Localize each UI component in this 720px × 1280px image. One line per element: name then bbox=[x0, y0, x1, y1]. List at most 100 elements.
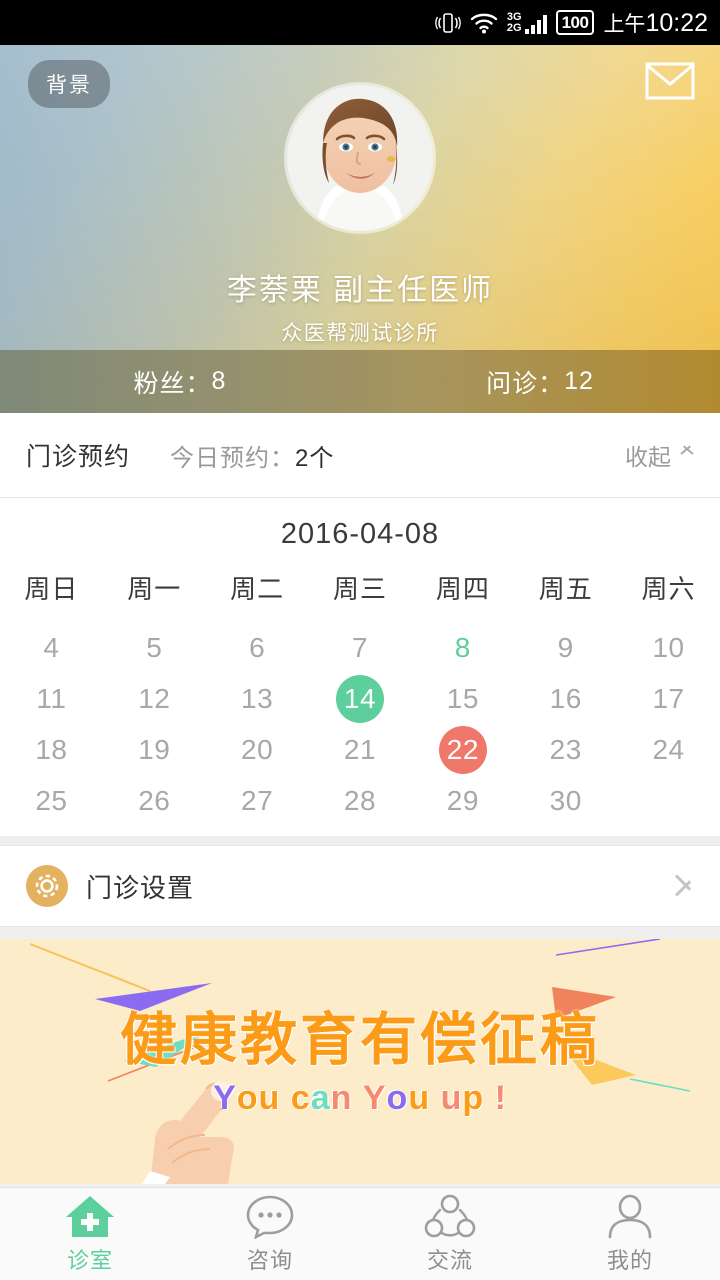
tab-mine[interactable]: 我的 bbox=[540, 1193, 720, 1275]
chevron-right-icon bbox=[676, 871, 694, 901]
calendar-cell[interactable]: 11 bbox=[0, 673, 103, 724]
tab-clinic[interactable]: 诊室 bbox=[0, 1193, 180, 1275]
calendar-day-number: 14 bbox=[335, 674, 384, 723]
calendar-cell[interactable]: 4 bbox=[0, 622, 103, 673]
calendar-cell[interactable]: 19 bbox=[103, 724, 206, 775]
calendar-day-number: 18 bbox=[35, 733, 68, 765]
stat-fans-label: 粉丝： bbox=[133, 369, 212, 398]
banner-subtitle-letter bbox=[484, 1079, 494, 1118]
stat-consultations[interactable]: 问诊： 12 bbox=[360, 350, 720, 413]
calendar-cell[interactable]: 27 bbox=[206, 775, 309, 826]
banner-subtitle-letter: Y bbox=[213, 1079, 237, 1117]
calendar-cell[interactable]: 18 bbox=[0, 724, 103, 775]
profile-header: 背景 李萘栗 副主任医师 众医帮测试诊所 bbox=[0, 45, 720, 350]
stat-consultations-value: 12 bbox=[564, 367, 594, 395]
today-appointment-summary: 今日预约：2个 bbox=[170, 438, 334, 473]
calendar-day-number: 20 bbox=[241, 733, 274, 765]
avatar[interactable] bbox=[287, 85, 433, 231]
doctor-name: 李萘栗 副主任医师 bbox=[226, 274, 494, 307]
calendar-weekday-row: 周日 周一 周二 周三 周四 周五 周六 bbox=[0, 565, 720, 622]
calendar-weekday: 周一 bbox=[127, 574, 182, 604]
calendar-cell[interactable]: 16 bbox=[514, 673, 617, 724]
calendar-weekday: 周五 bbox=[538, 574, 593, 604]
bottom-tab-bar: 诊室 咨询 交流 我的 bbox=[0, 1187, 720, 1280]
clinic-settings-label: 门诊设置 bbox=[86, 872, 195, 903]
calendar-cell[interactable]: 5 bbox=[103, 622, 206, 673]
signal-bars-icon bbox=[524, 12, 547, 34]
calendar-day-number: 24 bbox=[652, 733, 685, 765]
stat-fans[interactable]: 粉丝： 8 bbox=[0, 350, 360, 413]
calendar-cell[interactable]: 24 bbox=[617, 724, 720, 775]
calendar-cell[interactable]: 23 bbox=[514, 724, 617, 775]
calendar-cell[interactable]: 8 bbox=[411, 622, 514, 673]
doctor-avatar-image bbox=[287, 85, 433, 231]
calendar-day-number: 21 bbox=[343, 733, 377, 765]
calendar-cell[interactable]: 17 bbox=[617, 673, 720, 724]
calendar-weekday: 周三 bbox=[332, 574, 387, 604]
calendar-day-number: 15 bbox=[446, 682, 479, 714]
banner-subtitle-letter: o bbox=[236, 1079, 259, 1117]
banner-subtitle-letter: a bbox=[310, 1079, 331, 1117]
appointment-title: 门诊预约 bbox=[26, 443, 131, 471]
vibrate-icon bbox=[435, 10, 461, 36]
stat-consultations-label: 问诊： bbox=[486, 369, 565, 398]
clinic-house-icon bbox=[64, 1193, 116, 1239]
gear-icon bbox=[26, 865, 68, 907]
calendar-day-number: 5 bbox=[146, 631, 163, 663]
calendar-cell[interactable]: 13 bbox=[206, 673, 309, 724]
chevron-up-icon bbox=[680, 448, 694, 462]
signal-3g-label: 3G bbox=[506, 10, 522, 23]
cellular-signal-icon: 3G 2G bbox=[506, 10, 547, 34]
banner-title: 健康教育有偿征稿 bbox=[120, 1008, 600, 1072]
tab-consultation-label: 咨询 bbox=[246, 1248, 293, 1273]
calendar-cell[interactable]: 25 bbox=[0, 775, 103, 826]
clock-ampm: 上午 bbox=[603, 12, 646, 36]
calendar-day-number: 7 bbox=[351, 631, 369, 663]
stats-bar: 粉丝： 8 问诊： 12 bbox=[0, 350, 720, 413]
banner-subtitle-letter bbox=[352, 1079, 362, 1118]
calendar-cell[interactable]: 9 bbox=[514, 622, 617, 673]
calendar-cell[interactable]: 15 bbox=[411, 673, 514, 724]
banner-subtitle-letter: u bbox=[258, 1079, 281, 1117]
mail-button[interactable] bbox=[645, 61, 695, 101]
banner-subtitle-letter bbox=[430, 1079, 440, 1118]
calendar-day-number: 17 bbox=[652, 682, 685, 714]
collapse-toggle[interactable]: 收起 bbox=[625, 438, 694, 472]
calendar-cell[interactable]: 10 bbox=[617, 622, 720, 673]
stat-fans-value: 8 bbox=[211, 367, 227, 395]
calendar-day-number: 30 bbox=[549, 784, 582, 816]
calendar-day-number: 16 bbox=[549, 682, 582, 714]
calendar-day-number: 28 bbox=[343, 784, 377, 816]
calendar-cell[interactable]: 26 bbox=[103, 775, 206, 826]
calendar-cell[interactable]: 6 bbox=[206, 622, 309, 673]
calendar-cell[interactable]: 7 bbox=[309, 622, 412, 673]
tab-mine-label: 我的 bbox=[606, 1248, 653, 1273]
chat-bubble-icon bbox=[244, 1193, 296, 1239]
calendar-cell[interactable]: 28 bbox=[309, 775, 412, 826]
calendar-weekday: 周日 bbox=[24, 574, 79, 604]
tab-exchange[interactable]: 交流 bbox=[360, 1193, 540, 1275]
calendar-cell[interactable]: 21 bbox=[309, 724, 412, 775]
calendar-cell[interactable]: 29 bbox=[411, 775, 514, 826]
calendar-day-number: 27 bbox=[241, 784, 274, 816]
envelope-icon bbox=[645, 62, 695, 100]
calendar-weekday: 周二 bbox=[230, 574, 285, 604]
calendar-cell[interactable]: 14 bbox=[309, 673, 412, 724]
tab-exchange-label: 交流 bbox=[426, 1248, 473, 1273]
calendar-day-number: 23 bbox=[549, 733, 582, 765]
clock-time: 10:22 bbox=[645, 8, 708, 37]
calendar-day-number: 10 bbox=[652, 631, 685, 663]
calendar-cell[interactable]: 30 bbox=[514, 775, 617, 826]
calendar-cell[interactable]: 20 bbox=[206, 724, 309, 775]
calendar-cell[interactable]: 12 bbox=[103, 673, 206, 724]
banner-subtitle-letter: n bbox=[330, 1079, 353, 1117]
tab-consultation[interactable]: 咨询 bbox=[180, 1193, 360, 1275]
background-button[interactable]: 背景 bbox=[28, 60, 110, 108]
clinic-settings-row[interactable]: 门诊设置 bbox=[0, 845, 720, 927]
calendar-day-number: 11 bbox=[36, 682, 67, 714]
calendar-day-number: 4 bbox=[43, 631, 60, 663]
promo-banner[interactable]: 健康教育有偿征稿 You can You up ! bbox=[0, 939, 720, 1184]
calendar-day-number: 29 bbox=[446, 784, 479, 816]
calendar-cell[interactable]: 22 bbox=[411, 724, 514, 775]
today-appointment-label: 今日预约： bbox=[170, 444, 296, 472]
